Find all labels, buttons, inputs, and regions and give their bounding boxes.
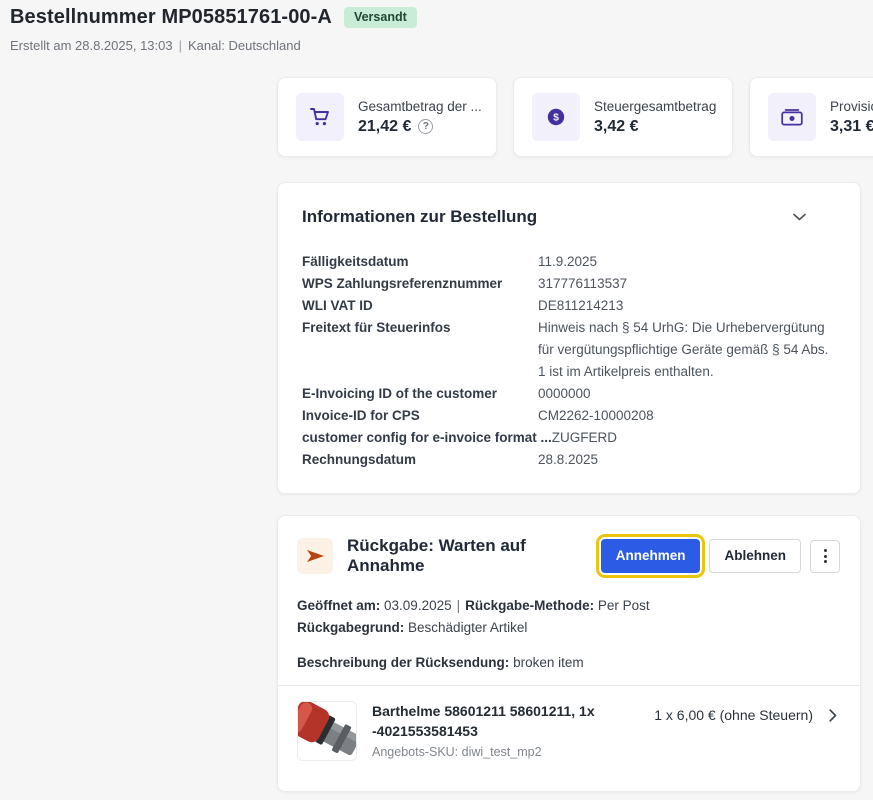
return-meta: Geöffnet am: 03.09.2025 | Rückgabe-Methode… <box>297 595 840 639</box>
stat-value: 3,31 € <box>830 118 873 136</box>
info-row: Freitext für Steuerinfos Hinweis nach § … <box>302 317 836 383</box>
method-label: Rückgabe-Methode: <box>465 598 594 613</box>
stat-cards-row: Gesamtbetrag der ... 21,42 € ? $ Steuerg… <box>277 77 873 157</box>
accept-return-button[interactable]: Annehmen <box>601 539 701 573</box>
collapse-section-button[interactable] <box>789 211 810 223</box>
channel-label: Kanal: Deutschland <box>188 38 301 53</box>
order-detail-page: Bestellnummer MP05851761-00-A Versandt E… <box>0 0 873 800</box>
stat-label: Steuergesamtbetrag <box>594 99 716 114</box>
stat-label: Gesamtbetrag der ... <box>358 99 482 114</box>
reject-return-button[interactable]: Ablehnen <box>709 539 801 573</box>
reason-label: Rückgabegrund: <box>297 620 404 635</box>
stat-card-total: Gesamtbetrag der ... 21,42 € ? <box>277 77 497 157</box>
order-info-card: Informationen zur Bestellung Fälligkeits… <box>277 182 861 494</box>
info-row: WPS Zahlungsreferenznummer 317776113537 <box>302 273 836 295</box>
method-value: Per Post <box>598 598 650 613</box>
help-icon[interactable]: ? <box>418 119 433 134</box>
order-info-title: Informationen zur Bestellung <box>302 207 537 227</box>
stat-card-commission: Provision 3,31 € <box>749 77 873 157</box>
created-date: Erstellt am 28.8.2025, 13:03 <box>10 38 173 53</box>
page-header: Bestellnummer MP05851761-00-A Versandt E… <box>10 6 417 53</box>
chevron-right-icon[interactable] <box>829 709 837 722</box>
info-row: Fälligkeitsdatum 11.9.2025 <box>302 251 836 273</box>
product-image <box>297 701 357 761</box>
stat-value: 3,42 € <box>594 118 638 136</box>
stat-label: Provision <box>830 99 873 114</box>
product-sku: Angebots-SKU: diwi_test_mp2 <box>372 745 652 759</box>
page-title: Bestellnummer MP05851761-00-A <box>10 6 332 29</box>
subtitle-separator: | <box>179 38 182 53</box>
product-row[interactable]: Barthelme 58601211 58601211, 1x -4021553… <box>297 686 840 761</box>
reason-value: Beschädigter Artikel <box>408 620 527 635</box>
banknote-icon <box>768 93 816 141</box>
return-card: Rückgabe: Warten auf Annahme Annehmen Ab… <box>277 515 861 792</box>
page-subtitle: Erstellt am 28.8.2025, 13:03 | Kanal: Deut… <box>10 38 417 53</box>
product-price: 1 x 6,00 € (ohne Steuern) <box>654 707 813 723</box>
return-title: Rückgabe: Warten auf Annahme <box>347 536 601 576</box>
cart-icon <box>296 93 344 141</box>
dollar-circle-icon: $ <box>532 93 580 141</box>
return-description: Beschreibung der Rücksendung: broken ite… <box>297 655 840 670</box>
info-row: customer config for e-invoice format ...… <box>302 427 836 449</box>
description-label: Beschreibung der Rücksendung: <box>297 655 509 670</box>
info-row: Rechnungsdatum 28.8.2025 <box>302 449 836 471</box>
chevron-down-icon <box>793 213 806 221</box>
info-row: E-Invoicing ID of the customer 0000000 <box>302 383 836 405</box>
meta-separator: | <box>457 598 461 613</box>
return-arrow-icon <box>297 538 333 574</box>
opened-label: Geöffnet am: <box>297 598 380 613</box>
description-value: broken item <box>513 655 584 670</box>
kebab-menu-button[interactable] <box>810 540 840 573</box>
status-badge: Versandt <box>344 7 417 28</box>
product-title: Barthelme 58601211 58601211, 1x -4021553… <box>372 701 652 741</box>
svg-text:$: $ <box>553 112 559 124</box>
opened-value: 03.09.2025 <box>384 598 452 613</box>
stat-value: 21,42 € <box>358 118 411 136</box>
info-row: Invoice-ID for CPS CM2262-10000208 <box>302 405 836 427</box>
info-row: WLI VAT ID DE811214213 <box>302 295 836 317</box>
stat-card-tax: $ Steuergesamtbetrag 3,42 € <box>513 77 733 157</box>
